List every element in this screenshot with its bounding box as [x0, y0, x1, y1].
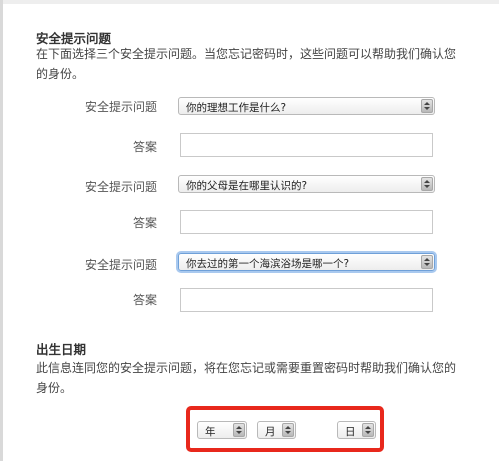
- birth-month-selected: 月: [265, 426, 276, 438]
- birth-year-selected: 年: [205, 426, 216, 438]
- security-section-description: 在下面选择三个安全提示问题。当您忘记密码时，这些问题可以帮助我们确认您的身份。: [36, 47, 457, 81]
- answer-1-input[interactable]: [180, 133, 433, 157]
- question-1-select[interactable]: 你的理想工作是什么?: [178, 97, 435, 115]
- question-2-select[interactable]: 你的父母是在哪里认识的?: [178, 175, 435, 193]
- question-3-selected: 你去过的第一个海滨浴场是哪一个?: [186, 258, 350, 270]
- stepper-icon: [233, 423, 245, 437]
- birth-year-select[interactable]: 年: [197, 421, 247, 439]
- stepper-icon: [421, 255, 433, 269]
- stepper-icon: [282, 423, 294, 437]
- question-3-label: 安全提示问题: [84, 258, 157, 272]
- birth-month-select[interactable]: 月: [257, 421, 296, 439]
- question-3-select[interactable]: 你去过的第一个海滨浴场是哪一个?: [178, 253, 435, 271]
- answer-3-label: 答案: [132, 293, 157, 307]
- question-2-label: 安全提示问题: [84, 180, 157, 194]
- birth-day-select[interactable]: 日: [337, 421, 376, 439]
- question-2-selected: 你的父母是在哪里认识的?: [186, 180, 308, 192]
- answer-1-label: 答案: [132, 140, 157, 154]
- left-edge: [0, 0, 3, 461]
- question-1-label: 安全提示问题: [84, 100, 157, 114]
- stepper-icon: [421, 177, 433, 191]
- birthdate-section-description: 此信息连同您的安全提示问题，将在您忘记或需要重置密码时帮助我们确认您的身份。: [36, 361, 457, 395]
- answer-3-input[interactable]: [180, 288, 433, 312]
- answer-2-input[interactable]: [180, 210, 433, 234]
- stepper-icon: [421, 99, 433, 113]
- question-1-selected: 你的理想工作是什么?: [186, 102, 287, 114]
- answer-2-label: 答案: [132, 216, 157, 230]
- stepper-icon: [362, 423, 374, 437]
- top-edge: [0, 0, 499, 4]
- birth-day-selected: 日: [345, 426, 356, 438]
- birthdate-section-title: 出生日期: [36, 342, 87, 357]
